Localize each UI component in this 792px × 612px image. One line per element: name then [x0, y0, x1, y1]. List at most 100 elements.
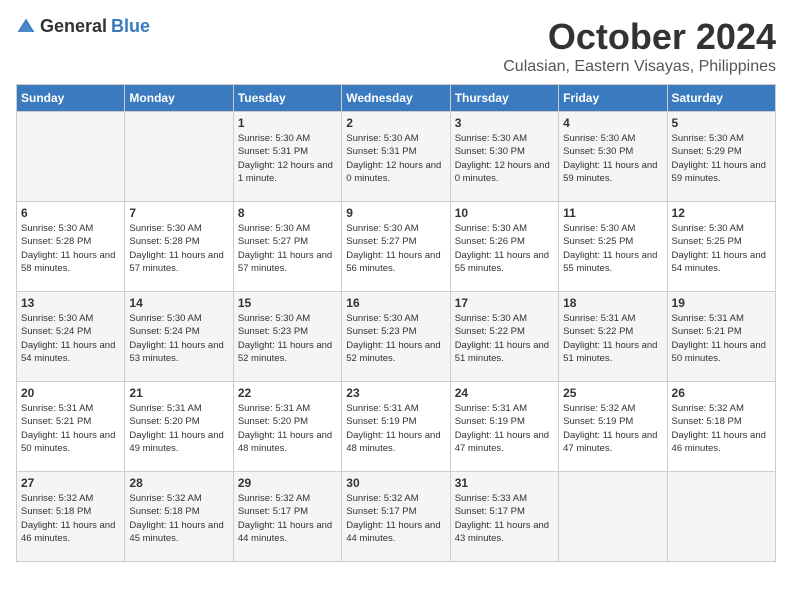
location-title: Culasian, Eastern Visayas, Philippines — [503, 58, 776, 76]
calendar-cell: 30Sunrise: 5:32 AMSunset: 5:17 PMDayligh… — [342, 472, 450, 562]
calendar-cell: 29 Sunrise: 5:32 AMSunset: 5:17 PMDayligh… — [233, 472, 341, 562]
logo-icon — [16, 17, 36, 37]
cell-content: Sunrise: 5:30 AMSunset: 5:25 PMDaylight:… — [672, 222, 771, 275]
day-number: 18 — [563, 296, 662, 310]
calendar-cell: 24Sunrise: 5:31 AMSunset: 5:19 PMDayligh… — [450, 382, 558, 472]
day-number: 8 — [238, 206, 337, 220]
calendar-cell: 2Sunrise: 5:30 AMSunset: 5:31 PMDaylight… — [342, 112, 450, 202]
day-number: 29 — [238, 476, 337, 490]
day-number: 11 — [563, 206, 662, 220]
calendar-cell: 21 Sunrise: 5:31 AMSunset: 5:20 PMDayligh… — [125, 382, 233, 472]
cell-content: Sunrise: 5:30 AMSunset: 5:28 PMDaylight:… — [21, 222, 120, 275]
logo-general: General — [40, 16, 107, 37]
day-number: 30 — [346, 476, 445, 490]
calendar-cell: 25 Sunrise: 5:32 AMSunset: 5:19 PMDayligh… — [559, 382, 667, 472]
calendar-cell: 12 Sunrise: 5:30 AMSunset: 5:25 PMDayligh… — [667, 202, 775, 292]
cell-content: Sunrise: 5:32 AMSunset: 5:19 PMDaylight:… — [563, 402, 662, 455]
day-number: 15 — [238, 296, 337, 310]
calendar-cell: 5 Sunrise: 5:30 AMSunset: 5:29 PMDaylight… — [667, 112, 775, 202]
cell-content: Sunrise: 5:30 AMSunset: 5:23 PMDaylight:… — [238, 312, 337, 365]
cell-content: Sunrise: 5:30 AMSunset: 5:25 PMDaylight:… — [563, 222, 662, 275]
day-number: 4 — [563, 116, 662, 130]
calendar-cell: 14Sunrise: 5:30 AMSunset: 5:24 PMDayligh… — [125, 292, 233, 382]
day-number: 5 — [672, 116, 771, 130]
day-number: 12 — [672, 206, 771, 220]
calendar-cell: 3 Sunrise: 5:30 AMSunset: 5:30 PMDaylight… — [450, 112, 558, 202]
cell-content: Sunrise: 5:30 AMSunset: 5:27 PMDaylight:… — [238, 222, 337, 275]
cell-content: Sunrise: 5:30 AMSunset: 5:27 PMDaylight:… — [346, 222, 445, 275]
calendar-cell: 31 Sunrise: 5:33 AMSunset: 5:17 PMDayligh… — [450, 472, 558, 562]
calendar-cell: 28 Sunrise: 5:32 AMSunset: 5:18 PMDayligh… — [125, 472, 233, 562]
day-number: 9 — [346, 206, 445, 220]
calendar-cell: 19 Sunrise: 5:31 AMSunset: 5:21 PMDayligh… — [667, 292, 775, 382]
cell-content: Sunrise: 5:32 AMSunset: 5:18 PMDaylight:… — [21, 492, 120, 545]
cell-content: Sunrise: 5:32 AMSunset: 5:18 PMDaylight:… — [129, 492, 228, 545]
day-number: 26 — [672, 386, 771, 400]
day-header-monday: Monday — [125, 85, 233, 112]
month-title: October 2024 — [503, 16, 776, 58]
cell-content: Sunrise: 5:32 AMSunset: 5:17 PMDaylight:… — [238, 492, 337, 545]
cell-content: Sunrise: 5:31 AMSunset: 5:21 PMDaylight:… — [672, 312, 771, 365]
calendar-cell: 9 Sunrise: 5:30 AMSunset: 5:27 PMDaylight… — [342, 202, 450, 292]
calendar-header-row: SundayMondayTuesdayWednesdayThursdayFrid… — [17, 85, 776, 112]
logo-blue: Blue — [111, 16, 150, 37]
day-number: 1 — [238, 116, 337, 130]
cell-content: Sunrise: 5:30 AMSunset: 5:23 PMDaylight:… — [346, 312, 445, 365]
calendar-cell: 16 Sunrise: 5:30 AMSunset: 5:23 PMDayligh… — [342, 292, 450, 382]
week-row-5: 27Sunrise: 5:32 AMSunset: 5:18 PMDayligh… — [17, 472, 776, 562]
day-number: 19 — [672, 296, 771, 310]
calendar-cell: 22 Sunrise: 5:31 AMSunset: 5:20 PMDayligh… — [233, 382, 341, 472]
day-number: 31 — [455, 476, 554, 490]
day-number: 10 — [455, 206, 554, 220]
cell-content: Sunrise: 5:33 AMSunset: 5:17 PMDaylight:… — [455, 492, 554, 545]
calendar-cell: 11 Sunrise: 5:30 AMSunset: 5:25 PMDayligh… — [559, 202, 667, 292]
cell-content: Sunrise: 5:32 AMSunset: 5:18 PMDaylight:… — [672, 402, 771, 455]
cell-content: Sunrise: 5:30 AMSunset: 5:29 PMDaylight:… — [672, 132, 771, 185]
day-number: 24 — [455, 386, 554, 400]
calendar-cell: 7 Sunrise: 5:30 AMSunset: 5:28 PMDaylight… — [125, 202, 233, 292]
cell-content: Sunrise: 5:30 AMSunset: 5:22 PMDaylight:… — [455, 312, 554, 365]
cell-content: Sunrise: 5:30 AMSunset: 5:31 PMDaylight:… — [346, 132, 445, 185]
day-number: 25 — [563, 386, 662, 400]
day-header-thursday: Thursday — [450, 85, 558, 112]
week-row-2: 6Sunrise: 5:30 AMSunset: 5:28 PMDaylight… — [17, 202, 776, 292]
calendar-cell: 13 Sunrise: 5:30 AMSunset: 5:24 PMDayligh… — [17, 292, 125, 382]
calendar-cell: 18 Sunrise: 5:31 AMSunset: 5:22 PMDayligh… — [559, 292, 667, 382]
calendar-cell: 23 Sunrise: 5:31 AMSunset: 5:19 PMDayligh… — [342, 382, 450, 472]
cell-content: Sunrise: 5:30 AMSunset: 5:30 PMDaylight:… — [455, 132, 554, 185]
cell-content: Sunrise: 5:30 AMSunset: 5:28 PMDaylight:… — [129, 222, 228, 275]
day-number: 21 — [129, 386, 228, 400]
cell-content: Sunrise: 5:31 AMSunset: 5:21 PMDaylight:… — [21, 402, 120, 455]
calendar-table: SundayMondayTuesdayWednesdayThursdayFrid… — [16, 84, 776, 562]
calendar-cell: 1Sunrise: 5:30 AMSunset: 5:31 PMDaylight… — [233, 112, 341, 202]
cell-content: Sunrise: 5:31 AMSunset: 5:19 PMDaylight:… — [346, 402, 445, 455]
day-number: 16 — [346, 296, 445, 310]
calendar-cell: 4 Sunrise: 5:30 AMSunset: 5:30 PMDaylight… — [559, 112, 667, 202]
day-number: 28 — [129, 476, 228, 490]
week-row-3: 13 Sunrise: 5:30 AMSunset: 5:24 PMDayligh… — [17, 292, 776, 382]
day-number: 13 — [21, 296, 120, 310]
week-row-1: 1 Sunrise: 5:30 AMSunset: 5:31 PMDaylight… — [17, 112, 776, 202]
day-number: 7 — [129, 206, 228, 220]
cell-content: Sunrise: 5:31 AMSunset: 5:20 PMDaylight:… — [129, 402, 228, 455]
calendar-cell — [125, 112, 233, 202]
cell-content: Sunrise: 5:30 AMSunset: 5:24 PMDaylight:… — [129, 312, 228, 365]
calendar-cell: 8 Sunrise: 5:30 AMSunset: 5:27 PMDaylight… — [233, 202, 341, 292]
calendar-cell: 17Sunrise: 5:30 AMSunset: 5:22 PMDayligh… — [450, 292, 558, 382]
calendar-cell: 20Sunrise: 5:31 AMSunset: 5:21 PMDayligh… — [17, 382, 125, 472]
calendar-cell: 10Sunrise: 5:30 AMSunset: 5:26 PMDayligh… — [450, 202, 558, 292]
header: GeneralBlue October 2024 Culasian, Easte… — [16, 16, 776, 76]
calendar-cell — [667, 472, 775, 562]
calendar-cell — [17, 112, 125, 202]
day-number: 23 — [346, 386, 445, 400]
cell-content: Sunrise: 5:30 AMSunset: 5:30 PMDaylight:… — [563, 132, 662, 185]
day-number: 3 — [455, 116, 554, 130]
cell-content: Sunrise: 5:31 AMSunset: 5:22 PMDaylight:… — [563, 312, 662, 365]
day-header-saturday: Saturday — [667, 85, 775, 112]
cell-content: Sunrise: 5:30 AMSunset: 5:24 PMDaylight:… — [21, 312, 120, 365]
day-header-friday: Friday — [559, 85, 667, 112]
cell-content: Sunrise: 5:31 AMSunset: 5:20 PMDaylight:… — [238, 402, 337, 455]
day-header-tuesday: Tuesday — [233, 85, 341, 112]
day-number: 22 — [238, 386, 337, 400]
calendar-cell — [559, 472, 667, 562]
